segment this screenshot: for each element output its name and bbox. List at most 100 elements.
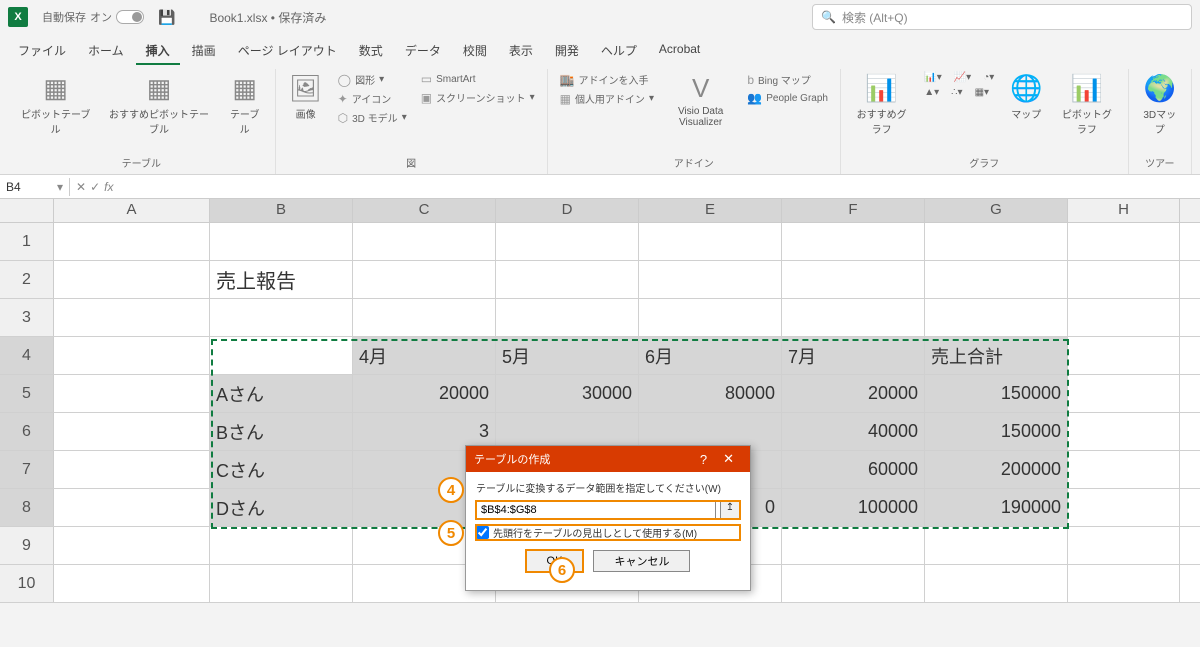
cell-B6[interactable]: Bさん	[210, 413, 353, 450]
tab-developer[interactable]: 開発	[545, 36, 589, 65]
cell-B2[interactable]: 売上報告	[210, 261, 353, 298]
cell-F4[interactable]: 7月	[782, 337, 925, 374]
col-A[interactable]: A	[54, 199, 210, 222]
col-H[interactable]: H	[1068, 199, 1180, 222]
annotation-6: 6	[549, 557, 575, 583]
range-picker-button[interactable]: ↥	[720, 501, 740, 519]
cell-B8[interactable]: Dさん	[210, 489, 353, 526]
tab-formulas[interactable]: 数式	[349, 36, 393, 65]
autosave-toggle[interactable]: 自動保存 オン	[42, 9, 144, 25]
cell-D5[interactable]: 30000	[496, 375, 639, 412]
bing-maps-button[interactable]: bBing マップ	[743, 71, 832, 88]
close-icon[interactable]: ✕	[715, 451, 742, 467]
tab-view[interactable]: 表示	[499, 36, 543, 65]
icons-button[interactable]: ✦アイコン	[334, 90, 411, 107]
save-icon[interactable]: 💾	[158, 9, 175, 26]
col-E[interactable]: E	[639, 199, 782, 222]
name-box[interactable]: B4▾	[0, 178, 70, 196]
chart-area-button[interactable]: ▲▾	[920, 86, 943, 99]
pivotchart-icon: 📊	[1071, 73, 1103, 104]
chart-scatter-button[interactable]: ∴▾	[947, 86, 966, 99]
row-10[interactable]: 10	[0, 565, 54, 602]
screenshot-button[interactable]: ▣スクリーンショット ▾	[417, 89, 539, 106]
cell-C4[interactable]: 4月	[353, 337, 496, 374]
cell-G8[interactable]: 190000	[925, 489, 1068, 526]
cell-F5[interactable]: 20000	[782, 375, 925, 412]
group-label-tables: テーブル	[16, 153, 267, 172]
tab-draw[interactable]: 描画	[182, 36, 226, 65]
col-G[interactable]: G	[925, 199, 1068, 222]
dialog-titlebar[interactable]: テーブルの作成 ? ✕	[466, 446, 750, 472]
icons-icon: ✦	[338, 92, 348, 106]
cell-B5[interactable]: Aさん	[210, 375, 353, 412]
autosave-state: オン	[90, 9, 112, 25]
row-5[interactable]: 5	[0, 375, 54, 412]
row-7[interactable]: 7	[0, 451, 54, 488]
cell-B4[interactable]	[210, 337, 353, 374]
select-all-corner[interactable]	[0, 199, 54, 222]
col-C[interactable]: C	[353, 199, 496, 222]
cell-E4[interactable]: 6月	[639, 337, 782, 374]
chart-line-button[interactable]: 📈▾	[950, 71, 975, 84]
table-button[interactable]: ▦テーブル	[223, 71, 267, 138]
my-addins-button[interactable]: ▦個人用アドイン ▾	[556, 90, 658, 107]
header-checkbox[interactable]	[476, 526, 489, 539]
get-addins-button[interactable]: 🏬アドインを入手	[556, 71, 658, 88]
maps-button[interactable]: 🌐マップ	[1004, 71, 1048, 123]
help-icon[interactable]: ?	[692, 452, 715, 467]
cell-G5[interactable]: 150000	[925, 375, 1068, 412]
chart-combo-button[interactable]: ▦▾	[971, 86, 993, 99]
3dmodels-button[interactable]: ⬡3D モデル ▾	[334, 109, 411, 126]
col-B[interactable]: B	[210, 199, 353, 222]
cell-B7[interactable]: Cさん	[210, 451, 353, 488]
col-D[interactable]: D	[496, 199, 639, 222]
cell-G6[interactable]: 150000	[925, 413, 1068, 450]
tab-insert[interactable]: 挿入	[136, 36, 180, 65]
fx-icon[interactable]: fx	[104, 180, 113, 194]
tab-home[interactable]: ホーム	[78, 36, 134, 65]
create-table-dialog: テーブルの作成 ? ✕ テーブルに変換するデータ範囲を指定してください(W) ↥…	[465, 445, 751, 591]
tab-acrobat[interactable]: Acrobat	[649, 36, 710, 65]
recommended-pivot-button[interactable]: ▦おすすめピボットテーブル	[101, 71, 216, 138]
row-2[interactable]: 2	[0, 261, 54, 298]
pictures-button[interactable]: 🖼画像	[284, 71, 328, 123]
tab-help[interactable]: ヘルプ	[591, 36, 647, 65]
people-graph-button[interactable]: 👥People Graph	[743, 90, 832, 106]
enter-icon[interactable]: ✓	[90, 180, 100, 194]
tab-review[interactable]: 校閲	[453, 36, 497, 65]
row-3[interactable]: 3	[0, 299, 54, 336]
row-9[interactable]: 9	[0, 527, 54, 564]
pivotchart-button[interactable]: 📊ピボットグラフ	[1054, 71, 1119, 138]
cell-D4[interactable]: 5月	[496, 337, 639, 374]
cell-F8[interactable]: 100000	[782, 489, 925, 526]
cell-F7[interactable]: 60000	[782, 451, 925, 488]
pivot-table-button[interactable]: ▦ピボットテーブル	[16, 71, 95, 138]
smartart-button[interactable]: ▭SmartArt	[417, 71, 539, 87]
tab-file[interactable]: ファイル	[8, 36, 76, 65]
search-input[interactable]: 🔍 検索 (Alt+Q)	[812, 4, 1192, 30]
row-1[interactable]: 1	[0, 223, 54, 260]
cancel-button[interactable]: キャンセル	[593, 550, 690, 572]
tab-data[interactable]: データ	[395, 36, 451, 65]
cell-G4[interactable]: 売上合計	[925, 337, 1068, 374]
shapes-button[interactable]: ◯図形 ▾	[334, 71, 411, 88]
chart-bar-button[interactable]: 📊▾	[920, 71, 945, 84]
col-F[interactable]: F	[782, 199, 925, 222]
cube-icon: ⬡	[338, 111, 348, 125]
cell-C5[interactable]: 20000	[353, 375, 496, 412]
row-8[interactable]: 8	[0, 489, 54, 526]
3dmap-button[interactable]: 🌍3Dマップ	[1137, 71, 1183, 138]
row-4[interactable]: 4	[0, 337, 54, 374]
toggle-icon[interactable]	[116, 10, 144, 24]
cell-F6[interactable]: 40000	[782, 413, 925, 450]
range-input[interactable]	[476, 501, 716, 519]
row-6[interactable]: 6	[0, 413, 54, 450]
cell-G7[interactable]: 200000	[925, 451, 1068, 488]
chart-pie-button[interactable]: ◔▾	[979, 71, 998, 84]
formula-input[interactable]	[119, 185, 1200, 189]
cancel-icon[interactable]: ✕	[76, 180, 86, 194]
visio-button[interactable]: VVisio Data Visualizer	[664, 71, 737, 130]
cell-E5[interactable]: 80000	[639, 375, 782, 412]
tab-pagelayout[interactable]: ページ レイアウト	[228, 36, 347, 65]
recommended-charts-button[interactable]: 📊おすすめグラフ	[849, 71, 914, 138]
